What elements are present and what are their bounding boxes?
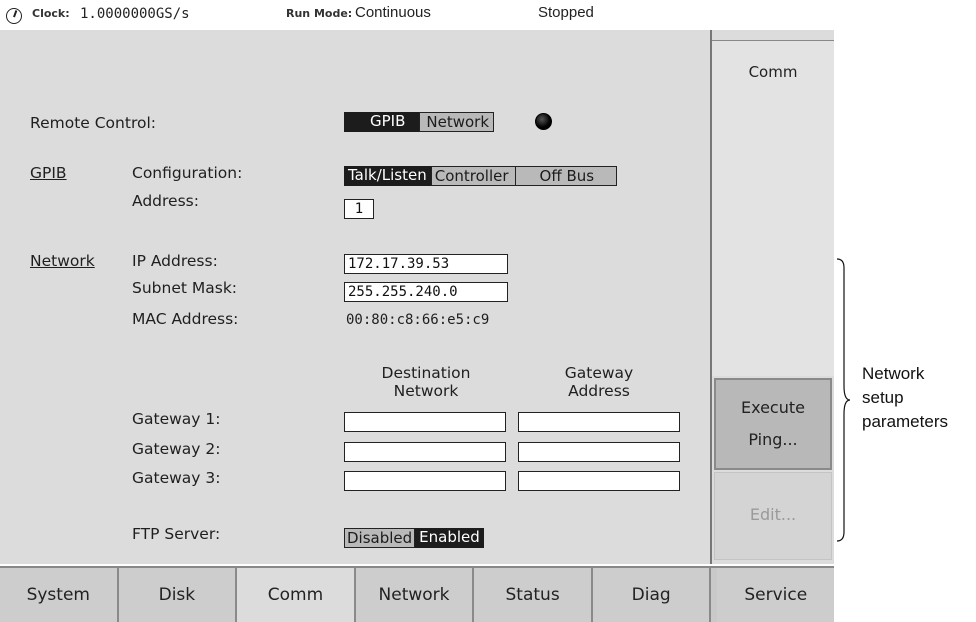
side-menu-title: Comm <box>748 63 798 81</box>
tab-service[interactable]: Service <box>717 568 835 622</box>
config-talk-listen-option[interactable]: Talk/Listen <box>344 166 431 186</box>
gateway-3-destination-field[interactable] <box>344 471 506 491</box>
run-mode-value: Continuous <box>355 4 431 21</box>
clock-value: 1.0000000GS/s <box>80 6 190 22</box>
gpib-configuration-toggle[interactable]: Talk/Listen Controller Off Bus <box>344 166 618 186</box>
subnet-mask-label: Subnet Mask: <box>132 279 238 297</box>
mac-address-label: MAC Address: <box>132 310 239 328</box>
ftp-disabled-option[interactable]: Disabled <box>344 528 416 548</box>
bottom-menu-tabs: System Disk Comm Network Status Diag Ser… <box>0 566 835 622</box>
network-section-label: Network <box>30 252 95 270</box>
execute-ping-button[interactable]: Execute Ping... <box>714 378 832 470</box>
tab-status[interactable]: Status <box>474 568 593 622</box>
destination-network-header: Destination Network <box>344 364 508 400</box>
remote-control-toggle[interactable]: GPIB Network <box>344 112 495 132</box>
annotation-line2: setup <box>862 388 904 407</box>
status-bar: Clock: 1.0000000GS/s Run Mode: Continuou… <box>0 0 840 30</box>
gateway-address-header: Gateway Address <box>518 364 680 400</box>
selection-indicator-icon <box>535 113 552 130</box>
gpib-address-label: Address: <box>132 192 199 210</box>
ftp-server-label: FTP Server: <box>132 525 221 543</box>
ip-address-label: IP Address: <box>132 252 218 270</box>
tab-network[interactable]: Network <box>355 568 475 622</box>
gateway-3-address-field[interactable] <box>518 471 680 491</box>
annotation-text: Network setup parameters <box>862 362 948 434</box>
gpib-section-label: GPIB <box>30 164 67 182</box>
annotation-line3: parameters <box>862 412 948 431</box>
tab-diag[interactable]: Diag <box>592 568 712 622</box>
gateway-3-label: Gateway 3: <box>132 469 221 487</box>
gateway-1-label: Gateway 1: <box>132 410 221 428</box>
gpib-address-field[interactable]: 1 <box>344 199 374 219</box>
clock-label: Clock: <box>32 7 70 20</box>
destination-header-line1: Destination <box>381 364 471 382</box>
gateway-2-destination-field[interactable] <box>344 442 506 462</box>
acquisition-state: Stopped <box>538 4 594 21</box>
tab-comm[interactable]: Comm <box>237 568 356 622</box>
tab-system[interactable]: System <box>0 568 119 622</box>
side-menu: Comm Execute Ping... Edit... <box>710 30 834 564</box>
gateway-2-label: Gateway 2: <box>132 440 221 458</box>
config-off-bus-option[interactable]: Off Bus <box>515 166 618 186</box>
destination-header-line2: Network <box>393 382 459 400</box>
subnet-mask-field[interactable]: 255.255.240.0 <box>344 282 508 302</box>
remote-control-label: Remote Control: <box>30 114 156 132</box>
clock-icon <box>6 8 22 24</box>
remote-network-option[interactable]: Network <box>419 112 495 132</box>
mac-address-value: 00:80:c8:66:e5:c9 <box>346 312 490 328</box>
tab-disk[interactable]: Disk <box>118 568 238 622</box>
comm-settings-panel: Remote Control: GPIB Network GPIB Config… <box>0 30 710 564</box>
execute-ping-line2: Ping... <box>748 430 798 449</box>
edit-button[interactable]: Edit... <box>714 472 832 560</box>
gateway-1-address-field[interactable] <box>518 412 680 432</box>
config-controller-option[interactable]: Controller <box>430 166 516 186</box>
ip-address-field[interactable]: 172.17.39.53 <box>344 254 508 274</box>
side-menu-header: Comm <box>712 40 834 376</box>
gateway-1-destination-field[interactable] <box>344 412 506 432</box>
gateway-header-line2: Address <box>568 382 630 400</box>
gpib-configuration-label: Configuration: <box>132 164 243 182</box>
ftp-enabled-option[interactable]: Enabled <box>415 528 484 548</box>
ftp-server-toggle[interactable]: Disabled Enabled <box>344 528 484 548</box>
annotation-bracket-icon <box>836 258 850 542</box>
gateway-header-line1: Gateway <box>564 364 634 382</box>
run-mode-label: Run Mode: <box>286 7 353 20</box>
gateway-2-address-field[interactable] <box>518 442 680 462</box>
remote-gpib-option[interactable]: GPIB <box>344 112 420 132</box>
annotation-line1: Network <box>862 364 925 383</box>
execute-ping-line1: Execute <box>741 398 805 417</box>
